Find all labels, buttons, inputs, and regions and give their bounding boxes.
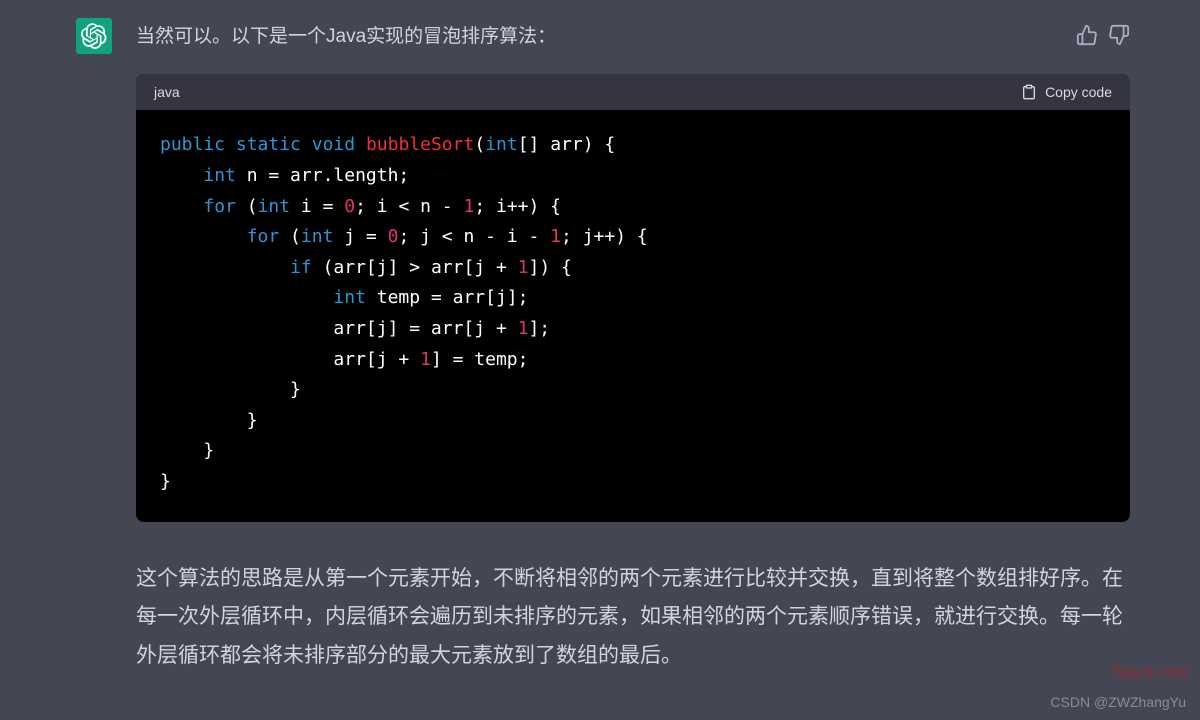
copy-code-button[interactable]: Copy code xyxy=(1021,84,1112,100)
code-content[interactable]: public static void bubbleSort(int[] arr)… xyxy=(136,110,1130,521)
site-watermark: Yuucn.com xyxy=(1110,661,1188,682)
openai-logo-icon xyxy=(81,23,107,49)
assistant-message: 当然可以。以下是一个Java实现的冒泡排序算法： java Copy code … xyxy=(0,0,1200,676)
thumbs-up-icon[interactable] xyxy=(1076,24,1098,46)
code-header: java Copy code xyxy=(136,74,1130,110)
thumbs-down-icon[interactable] xyxy=(1108,24,1130,46)
clipboard-icon xyxy=(1021,84,1037,100)
explanation-text: 这个算法的思路是从第一个元素开始，不断将相邻的两个元素进行比较并交换，直到将整个… xyxy=(136,560,1130,677)
author-watermark: CSDN @ZWZhangYu xyxy=(1050,694,1186,710)
feedback-actions xyxy=(1076,18,1130,46)
assistant-avatar xyxy=(76,18,112,54)
intro-text: 当然可以。以下是一个Java实现的冒泡排序算法： xyxy=(136,18,1056,52)
code-block: java Copy code public static void bubble… xyxy=(136,74,1130,521)
message-content: 当然可以。以下是一个Java实现的冒泡排序算法： java Copy code … xyxy=(136,18,1130,676)
copy-code-label: Copy code xyxy=(1045,84,1112,100)
code-language-label: java xyxy=(154,84,180,100)
